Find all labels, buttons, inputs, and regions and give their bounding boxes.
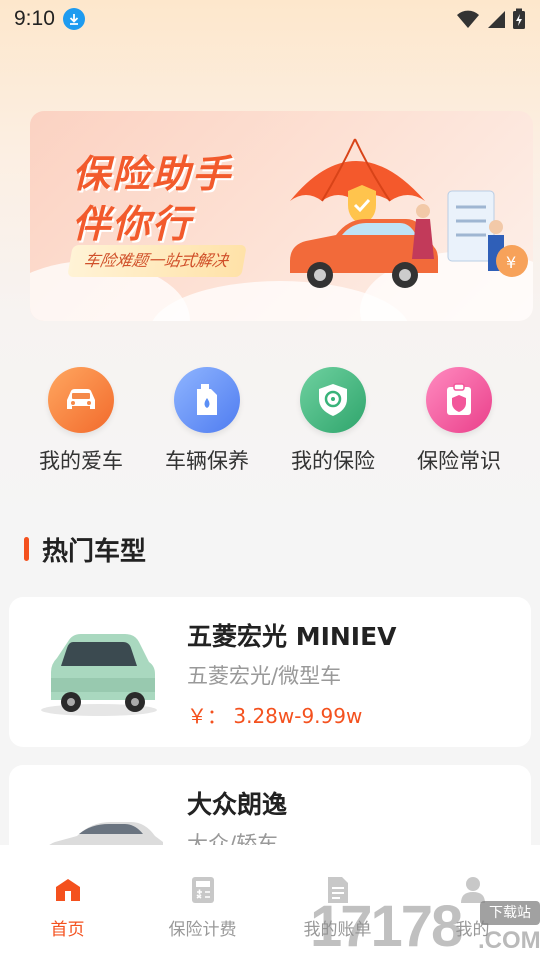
- quick-action-my-insurance[interactable]: 我的保险: [270, 355, 396, 485]
- watermark-domain: .COM: [478, 927, 540, 954]
- quick-action-my-car[interactable]: 我的爱车: [18, 355, 144, 485]
- insurance-illustration: ¥: [290, 138, 528, 288]
- calculator-icon: [188, 875, 218, 905]
- quick-action-label: 我的保险: [291, 449, 375, 473]
- status-time: 9:10: [14, 7, 55, 30]
- quick-action-label: 保险常识: [417, 449, 501, 473]
- tab-label: 保险计费: [168, 920, 237, 940]
- car-icon: [48, 367, 114, 433]
- section-header: 热门车型: [24, 532, 147, 567]
- quick-action-maintenance[interactable]: 车辆保养: [144, 355, 270, 485]
- car-price: ￥： 3.28w-9.99w: [187, 704, 363, 728]
- status-bar: 9:10: [0, 0, 540, 38]
- banner-title-line2: 伴你行: [72, 202, 193, 246]
- shield-steering-icon: [300, 367, 366, 433]
- battery-icon: [513, 8, 525, 29]
- watermark-number: 17178: [310, 894, 463, 959]
- wifi-icon: [457, 10, 479, 28]
- svg-text:¥: ¥: [506, 253, 516, 272]
- tab-label: 首页: [50, 920, 85, 940]
- car-name: 五菱宏光 MINIEV: [187, 622, 397, 651]
- clipboard-shield-icon: [426, 367, 492, 433]
- promo-banner[interactable]: 保险助手 伴你行 车险难题一站式解决 ¥: [30, 111, 533, 321]
- banner-title-line1: 保险助手: [72, 152, 233, 196]
- quick-actions: 我的爱车 车辆保养 我的保险 保险常识: [0, 355, 540, 485]
- car-card[interactable]: 五菱宏光 MINIEV 五菱宏光/微型车 ￥： 3.28w-9.99w: [9, 597, 531, 747]
- quick-action-label: 我的爱车: [39, 449, 123, 473]
- banner-tagline: 车险难题一站式解决: [67, 245, 247, 277]
- oil-can-icon: [174, 367, 240, 433]
- cellular-signal-icon: [488, 11, 505, 28]
- quick-action-insurance-tips[interactable]: 保险常识: [396, 355, 522, 485]
- section-accent-bar: [24, 537, 29, 561]
- car-thumbnail: [41, 634, 157, 716]
- section-title: 热门车型: [42, 536, 147, 567]
- car-brand-type: 五菱宏光/微型车: [187, 664, 342, 688]
- tab-home[interactable]: 首页: [0, 845, 135, 960]
- car-name: 大众朗逸: [187, 790, 288, 819]
- quick-action-label: 车辆保养: [165, 449, 249, 473]
- site-watermark: 17178 下载站 .COM: [310, 893, 540, 960]
- watermark-tag: 下载站: [480, 901, 540, 925]
- tab-insurance-calc[interactable]: 保险计费: [135, 845, 270, 960]
- download-icon: [62, 8, 85, 30]
- home-icon: [53, 875, 83, 905]
